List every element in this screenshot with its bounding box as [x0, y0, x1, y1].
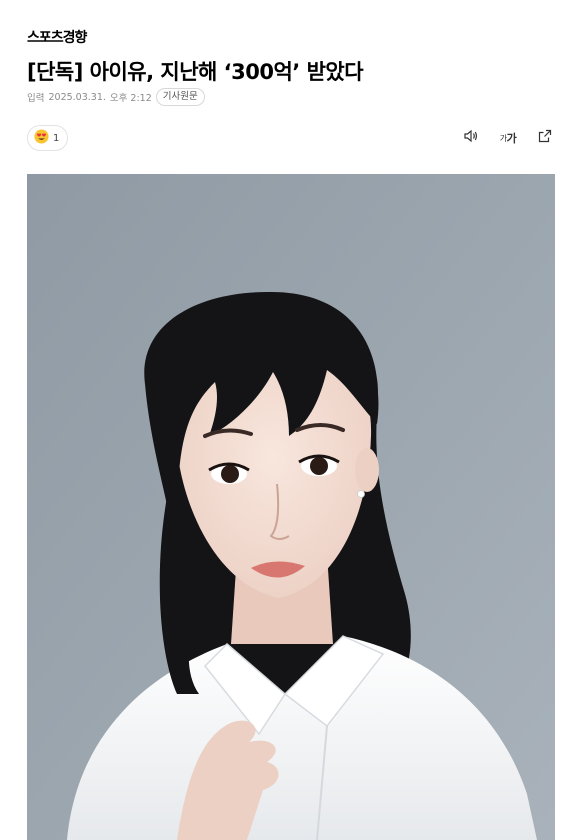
portrait-illustration: [27, 174, 555, 840]
speaker-icon: [463, 128, 479, 148]
article-page: 스포츠경향 [단독] 아이유, 지난해 ‘300억’ 받았다 입력 2025.0…: [0, 0, 579, 840]
original-article-button[interactable]: 기사원문: [155, 88, 205, 106]
iris-left: [221, 465, 239, 483]
reaction-count: 1: [53, 132, 60, 144]
press-logo[interactable]: 스포츠경향: [27, 29, 87, 47]
article-meta: 입력 2025.03.31. 오후 2:12 기사원문: [27, 88, 205, 106]
article-time: 오후 2:12: [109, 93, 152, 104]
listen-button[interactable]: [461, 128, 481, 148]
share-icon: [537, 128, 553, 148]
article-title: [단독] 아이유, 지난해 ‘300억’ 받았다: [27, 60, 364, 84]
heart-eyes-emoji-icon: [34, 128, 49, 148]
font-large-label: 가: [506, 132, 517, 145]
article-toolbar: 가가: [461, 128, 555, 148]
font-small-label: 가: [499, 133, 507, 143]
reaction-button[interactable]: 1: [27, 125, 69, 151]
ear: [355, 448, 379, 492]
iris-right: [310, 457, 328, 475]
font-size-button[interactable]: 가가: [497, 128, 519, 148]
article-date: 2025.03.31.: [48, 91, 106, 103]
input-label: 입력: [27, 93, 45, 104]
share-button[interactable]: [535, 128, 555, 148]
earring: [357, 490, 365, 498]
article-photo[interactable]: [27, 174, 555, 840]
